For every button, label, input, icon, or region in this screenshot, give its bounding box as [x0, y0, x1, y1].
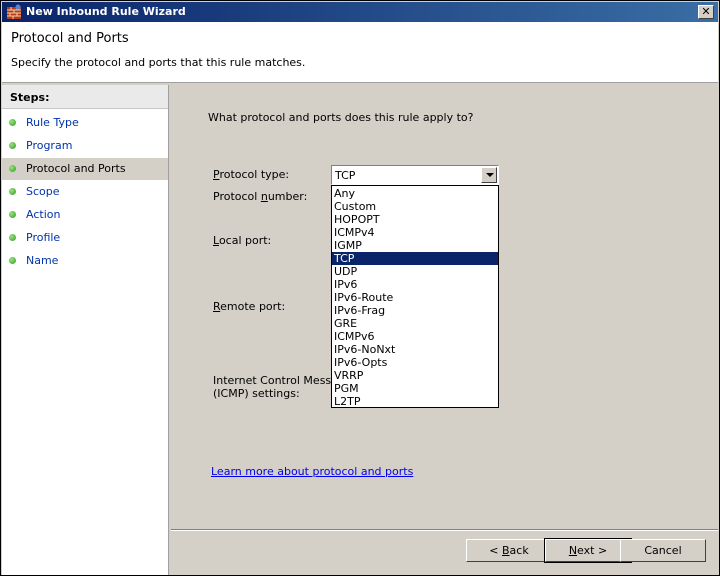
protocol-option[interactable]: HOPOPT — [332, 213, 498, 226]
green-dot-icon — [9, 188, 16, 195]
window-title: New Inbound Rule Wizard — [26, 5, 186, 18]
protocol-option[interactable]: L2TP — [332, 395, 498, 408]
protocol-type-select[interactable]: TCP — [331, 165, 499, 185]
steps-header: Steps: — [2, 85, 168, 109]
learn-more-link[interactable]: Learn more about protocol and ports — [211, 465, 413, 478]
wizard-window: New Inbound Rule Wizard ✕ Protocol and P… — [0, 0, 720, 576]
page-title: Protocol and Ports — [11, 31, 129, 46]
cancel-button[interactable]: Cancel — [620, 539, 706, 562]
main-panel: What protocol and ports does this rule a… — [171, 85, 718, 575]
step-program[interactable]: Program — [2, 135, 168, 157]
green-dot-icon — [9, 234, 16, 241]
protocol-option[interactable]: IPv6-Opts — [332, 356, 498, 369]
step-scope[interactable]: Scope — [2, 181, 168, 203]
back-button[interactable]: < Back — [466, 539, 552, 562]
step-name[interactable]: Name — [2, 250, 168, 272]
chevron-down-icon[interactable] — [481, 167, 497, 183]
green-dot-icon — [9, 119, 16, 126]
close-button[interactable]: ✕ — [698, 5, 714, 19]
green-dot-icon — [9, 142, 16, 149]
title-bar[interactable]: New Inbound Rule Wizard ✕ — [2, 2, 718, 22]
steps-title: Steps: — [10, 91, 50, 104]
protocol-option[interactable]: Custom — [332, 200, 498, 213]
step-label: Scope — [26, 185, 60, 198]
protocol-option[interactable]: GRE — [332, 317, 498, 330]
step-label: Rule Type — [26, 116, 79, 129]
step-profile[interactable]: Profile — [2, 227, 168, 249]
green-dot-icon — [9, 165, 16, 172]
protocol-type-label: Protocol type: — [213, 168, 290, 181]
step-label: Action — [26, 208, 61, 221]
protocol-dropdown-list: Any Custom HOPOPT ICMPv4 IGMP TCP UDP IPv6 IPv6-… — [331, 185, 499, 408]
protocol-type-value: TCP — [335, 169, 356, 182]
protocol-option[interactable]: TCP — [332, 252, 498, 265]
local-port-label: Local port: — [213, 234, 272, 247]
step-label: Name — [26, 254, 59, 267]
page-subtitle: Specify the protocol and ports that this… — [11, 56, 306, 69]
close-icon: ✕ — [701, 5, 711, 18]
wizard-header: Protocol and Ports Specify the protocol … — [2, 22, 718, 83]
protocol-option[interactable]: ICMPv6 — [332, 330, 498, 343]
protocol-option[interactable]: PGM — [332, 382, 498, 395]
protocol-number-label: Protocol number: — [213, 190, 308, 203]
protocol-option[interactable]: UDP — [332, 265, 498, 278]
step-protocol-and-ports[interactable]: Protocol and Ports — [2, 158, 168, 180]
green-dot-icon — [9, 257, 16, 264]
protocol-option[interactable]: IPv6-Route — [332, 291, 498, 304]
step-action[interactable]: Action — [2, 204, 168, 226]
steps-panel: Steps: Rule Type Program Protocol and Po… — [2, 85, 169, 575]
protocol-option[interactable]: IPv6-NoNxt — [332, 343, 498, 356]
firewall-wall-icon — [7, 4, 21, 19]
protocol-option[interactable]: Any — [332, 187, 498, 200]
next-button[interactable]: Next > — [544, 538, 632, 563]
step-label: Protocol and Ports — [26, 162, 126, 175]
green-dot-icon — [9, 211, 16, 218]
protocol-option[interactable]: IPv6 — [332, 278, 498, 291]
step-label: Profile — [26, 231, 61, 244]
protocol-option[interactable]: IPv6-Frag — [332, 304, 498, 317]
protocol-option[interactable]: IGMP — [332, 239, 498, 252]
step-rule-type[interactable]: Rule Type — [2, 112, 168, 134]
protocol-option[interactable]: VRRP — [332, 369, 498, 382]
question-text: What protocol and ports does this rule a… — [208, 111, 474, 124]
step-label: Program — [26, 139, 73, 152]
remote-port-label: Remote port: — [213, 300, 286, 313]
protocol-option[interactable]: ICMPv4 — [332, 226, 498, 239]
bottom-separator — [171, 529, 718, 531]
